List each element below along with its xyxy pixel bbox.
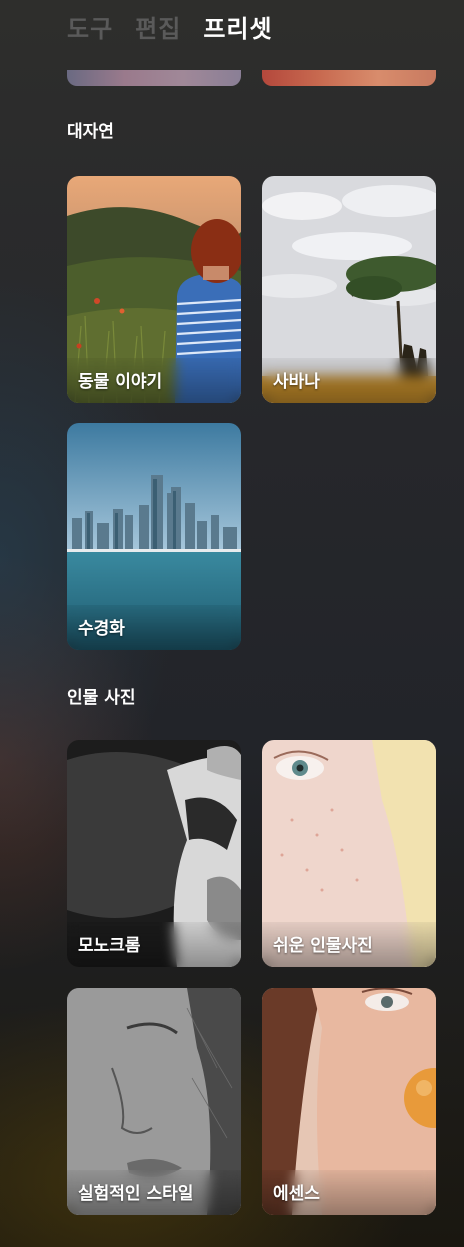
preset-card-waterscape[interactable]: 수경화 (67, 423, 241, 650)
preset-card-essence[interactable]: 에센스 (262, 988, 436, 1215)
preset-label: 에센스 (273, 1184, 320, 1204)
tab-tools[interactable]: 도구 (67, 12, 113, 46)
preset-label: 모노크롬 (78, 936, 141, 956)
preset-card-experimental-style[interactable]: 실험적인 스타일 (67, 988, 241, 1215)
preset-card-partial[interactable] (262, 70, 436, 86)
preset-label: 동물 이야기 (78, 372, 163, 392)
preset-card-savanna[interactable]: 사바나 (262, 176, 436, 403)
preset-label: 수경화 (78, 619, 125, 639)
preset-label: 쉬운 인물사진 (273, 936, 373, 956)
preset-label: 사바나 (273, 372, 320, 392)
section-title-nature: 대자연 (67, 122, 114, 142)
preset-card-animal-story[interactable]: 동물 이야기 (67, 176, 241, 403)
tab-edit[interactable]: 편집 (135, 12, 181, 46)
preset-card-monochrome[interactable]: 모노크롬 (67, 740, 241, 967)
tab-bar: 도구 편집 프리셋 (67, 12, 273, 46)
section-title-portrait: 인물 사진 (67, 688, 136, 708)
preset-card-easy-portrait[interactable]: 쉬운 인물사진 (262, 740, 436, 967)
preset-card-partial[interactable] (67, 70, 241, 86)
preset-label: 실험적인 스타일 (78, 1184, 194, 1204)
tab-presets[interactable]: 프리셋 (203, 12, 272, 46)
